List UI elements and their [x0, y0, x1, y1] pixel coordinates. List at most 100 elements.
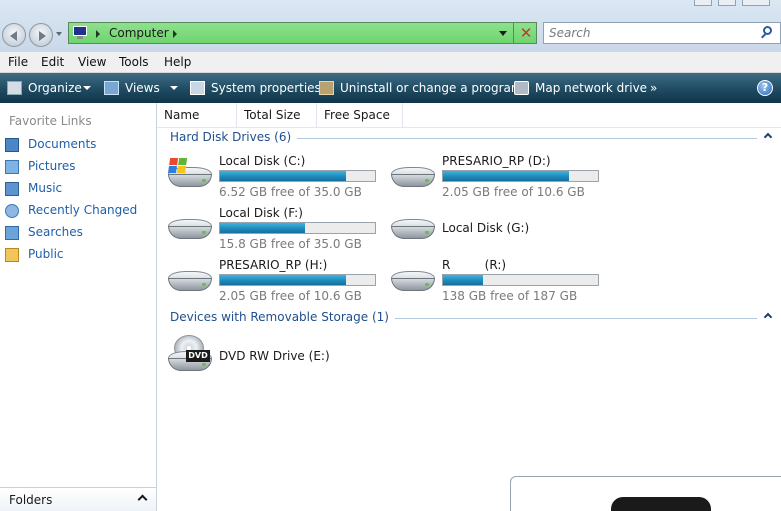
minimize-button[interactable]: [694, 0, 712, 6]
sidebar-item-label: Music: [28, 181, 63, 195]
searches-icon: [5, 226, 19, 240]
chevron-down-icon: [170, 86, 178, 90]
system-properties-button[interactable]: System properties: [190, 79, 321, 97]
menu-file[interactable]: File: [8, 55, 28, 69]
system-properties-label: System properties: [211, 81, 321, 95]
content-pane: Name Total Size Free Space Hard Disk Dri…: [157, 103, 781, 511]
drive-d[interactable]: PRESARIO_RP (D:) 2.05 GB free of 10.6 GB: [389, 151, 609, 199]
sidebar-item-public[interactable]: Public: [4, 245, 154, 265]
uninstall-label: Uninstall or change a program: [340, 81, 523, 95]
public-folder-icon: [5, 248, 19, 262]
address-history-dropdown[interactable]: [499, 31, 507, 36]
device-image: [611, 497, 711, 511]
sidebar-item-label: Documents: [28, 137, 97, 151]
folders-label: Folders: [9, 493, 53, 507]
group-removable-storage[interactable]: Devices with Removable Storage (1): [157, 309, 781, 327]
drive-e-dvd[interactable]: DVD DVD RW Drive (E:): [166, 331, 386, 379]
hard-drive-icon: [389, 259, 437, 299]
navigation-pane: Favorite Links Documents Pictures Music …: [0, 103, 157, 511]
more-commands-button[interactable]: »: [650, 79, 657, 97]
drive-c[interactable]: Local Disk (C:) 6.52 GB free of 35.0 GB: [166, 151, 386, 199]
drive-free-space: 2.05 GB free of 10.6 GB: [219, 289, 362, 303]
folders-toggle[interactable]: Folders: [0, 487, 156, 511]
group-hard-disk-drives[interactable]: Hard Disk Drives (6): [157, 129, 781, 147]
group-divider: [275, 138, 757, 139]
search-placeholder: Search: [549, 26, 591, 40]
column-total-size[interactable]: Total Size: [237, 103, 317, 128]
menu-edit[interactable]: Edit: [41, 55, 64, 69]
column-name[interactable]: Name: [157, 103, 237, 128]
column-headers: Name Total Size Free Space: [157, 103, 781, 128]
hard-drive-icon: [166, 259, 214, 299]
close-button[interactable]: [742, 0, 770, 6]
hard-drive-icon: [389, 155, 437, 195]
menu-tools[interactable]: Tools: [119, 55, 149, 69]
drive-usage-bar: [442, 274, 599, 286]
drive-usage-fill: [220, 171, 346, 181]
chevron-down-icon: [83, 86, 91, 90]
drive-usage-bar: [442, 170, 599, 182]
drive-name: R (R:): [442, 258, 507, 272]
address-bar[interactable]: Computer ✕: [68, 22, 537, 44]
search-input[interactable]: Search: [543, 22, 781, 44]
recent-pages-dropdown[interactable]: [56, 32, 62, 36]
windows-logo-icon: [168, 158, 188, 174]
sidebar-item-label: Public: [28, 247, 64, 261]
menu-help[interactable]: Help: [164, 55, 191, 69]
system-properties-icon: [190, 81, 205, 95]
programs-icon: [319, 81, 334, 95]
network-drive-icon: [514, 81, 529, 95]
drive-usage-bar: [219, 274, 376, 286]
views-button[interactable]: Views: [104, 79, 180, 97]
breadcrumb-computer[interactable]: Computer: [109, 26, 169, 40]
sidebar-item-label: Searches: [28, 225, 83, 239]
group-label: Devices with Removable Storage (1): [170, 310, 395, 324]
drive-free-space: 2.05 GB free of 10.6 GB: [442, 185, 585, 199]
favorite-links-title: Favorite Links: [9, 114, 92, 128]
drive-name: Local Disk (G:): [442, 221, 530, 235]
search-icon[interactable]: [760, 26, 774, 40]
recently-changed-icon: [5, 204, 19, 218]
organize-button[interactable]: Organize: [7, 79, 93, 97]
drive-usage-fill: [220, 275, 346, 285]
forward-button[interactable]: [29, 23, 53, 47]
group-divider: [367, 318, 757, 319]
computer-icon: [73, 26, 89, 40]
sidebar-item-searches[interactable]: Searches: [4, 223, 154, 243]
hard-drive-icon: [166, 207, 214, 247]
breadcrumb-arrow-icon[interactable]: [173, 30, 177, 38]
command-bar: Organize Views System properties Uninsta…: [0, 73, 781, 103]
uninstall-program-button[interactable]: Uninstall or change a program: [319, 79, 523, 97]
collapse-icon[interactable]: [763, 312, 773, 322]
chevron-up-icon: [137, 494, 148, 505]
hard-drive-icon: [389, 207, 437, 247]
map-network-drive-button[interactable]: Map network drive: [514, 79, 647, 97]
sidebar-item-label: Recently Changed: [28, 203, 138, 217]
column-free-space[interactable]: Free Space: [317, 103, 403, 128]
sidebar-item-music[interactable]: Music: [4, 179, 154, 199]
music-icon: [5, 182, 19, 196]
sidebar-item-recently-changed[interactable]: Recently Changed: [4, 201, 154, 221]
maximize-button[interactable]: [718, 0, 736, 6]
drive-free-space: 6.52 GB free of 35.0 GB: [219, 185, 362, 199]
back-button[interactable]: [2, 23, 26, 47]
documents-icon: [5, 138, 19, 152]
drive-f[interactable]: Local Disk (F:) 15.8 GB free of 35.0 GB: [166, 203, 386, 251]
views-label: Views: [125, 81, 160, 95]
sidebar-item-pictures[interactable]: Pictures: [4, 157, 154, 177]
group-label: Hard Disk Drives (6): [170, 130, 298, 144]
drive-free-space: 138 GB free of 187 GB: [442, 289, 578, 303]
drive-h[interactable]: PRESARIO_RP (H:) 2.05 GB free of 10.6 GB: [166, 255, 386, 303]
collapse-icon[interactable]: [763, 132, 773, 142]
drive-name: PRESARIO_RP (H:): [219, 258, 328, 272]
drive-usage-fill: [443, 171, 569, 181]
stop-icon[interactable]: ✕: [517, 24, 535, 42]
sidebar-item-documents[interactable]: Documents: [4, 135, 154, 155]
dvd-badge: DVD: [186, 350, 210, 362]
breadcrumb-arrow-icon[interactable]: [96, 30, 100, 38]
drive-g[interactable]: Local Disk (G:): [389, 203, 609, 251]
help-icon[interactable]: ?: [757, 80, 773, 96]
drive-r[interactable]: R (R:) 138 GB free of 187 GB: [389, 255, 609, 303]
menu-view[interactable]: View: [78, 55, 106, 69]
menu-bar: File Edit View Tools Help: [0, 52, 781, 73]
